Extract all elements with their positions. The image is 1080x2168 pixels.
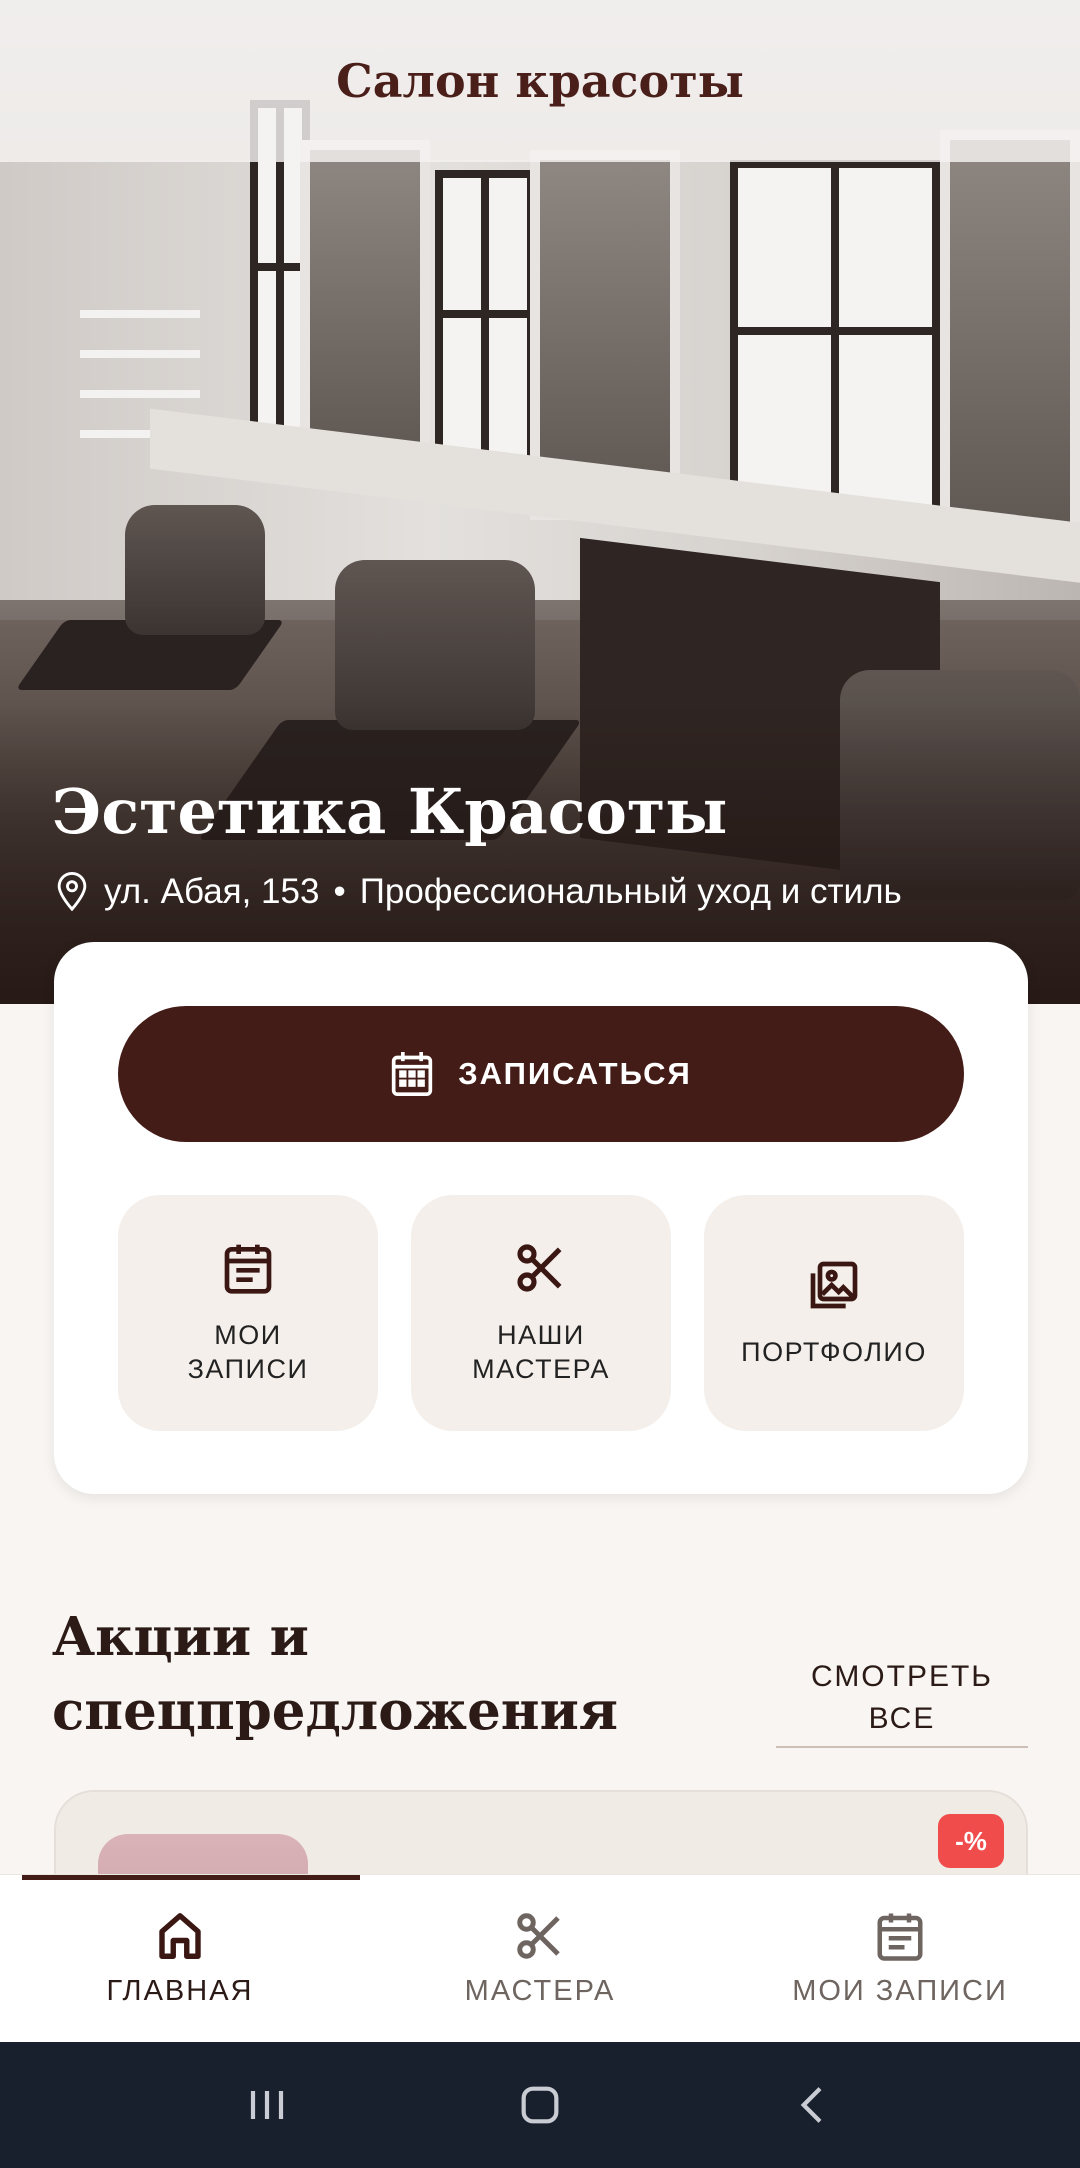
see-all-link[interactable]: СМОТРЕТЬ ВСЕ [776,1656,1028,1748]
salon-name: Эстетика Красоты [52,775,728,848]
hero-window [435,170,535,480]
hero-chair [125,505,265,635]
back-icon[interactable] [785,2077,841,2133]
nav-masters-label: МАСТЕРА [464,1975,616,2007]
nav-my-bookings[interactable]: МОИ ЗАПИСИ [720,1875,1080,2042]
actions-card: ЗАПИСАТЬСЯ МОИ ЗАПИСИ НАШИ МАСТЕРА ПОРТФ… [54,942,1028,1494]
gallery-icon [810,1261,858,1309]
recent-apps-icon[interactable] [239,2077,295,2133]
calendar-icon [392,1052,433,1097]
book-appointment-button[interactable]: ЗАПИСАТЬСЯ [118,1006,964,1142]
our-masters-tile[interactable]: НАШИ МАСТЕРА [411,1195,671,1431]
salon-separator: • [333,872,346,911]
portfolio-tile[interactable]: ПОРТФОЛИО [704,1195,964,1431]
quick-actions: МОИ ЗАПИСИ НАШИ МАСТЕРА ПОРТФОЛИО [118,1195,964,1431]
salon-tagline: Профессиональный уход и стиль [359,872,902,911]
nav-home-label: ГЛАВНАЯ [106,1975,254,2007]
system-navigation-bar [0,2042,1080,2168]
hero-shelf [80,310,200,318]
hero-mirror [940,130,1080,560]
my-bookings-label: МОИ ЗАПИСИ [187,1320,309,1384]
home-system-icon[interactable] [512,2077,568,2133]
scissors-icon [517,1244,562,1292]
discount-badge: -% [938,1814,1004,1868]
bottom-navigation: ГЛАВНАЯ МАСТЕРА МОИ ЗАПИСИ [0,1874,1080,2042]
book-appointment-label: ЗАПИСАТЬСЯ [458,1056,692,1091]
location-pin-icon [57,872,87,912]
promos-title: Акции и спецпредложения [52,1606,619,1742]
salon-address: ул. Абая, 153 [104,872,320,911]
our-masters-label: НАШИ МАСТЕРА [472,1320,610,1384]
calendar-list-icon [224,1244,272,1294]
portfolio-label: ПОРТФОЛИО [741,1337,927,1367]
calendar-list-icon [877,1913,923,1961]
nav-masters[interactable]: МАСТЕРА [360,1875,720,2042]
hero-window [730,160,940,530]
nav-home[interactable]: ГЛАВНАЯ [0,1875,360,2042]
home-icon [159,1913,201,1959]
nav-my-bookings-label: МОИ ЗАПИСИ [792,1975,1008,2007]
scissors-icon [517,1913,560,1959]
salon-info-line: ул. Абая, 153 • Профессиональный уход и … [54,872,902,912]
my-bookings-tile[interactable]: МОИ ЗАПИСИ [118,1195,378,1431]
top-app-bar: Салон красоты [0,0,1080,162]
app-title: Салон красоты [336,54,744,108]
